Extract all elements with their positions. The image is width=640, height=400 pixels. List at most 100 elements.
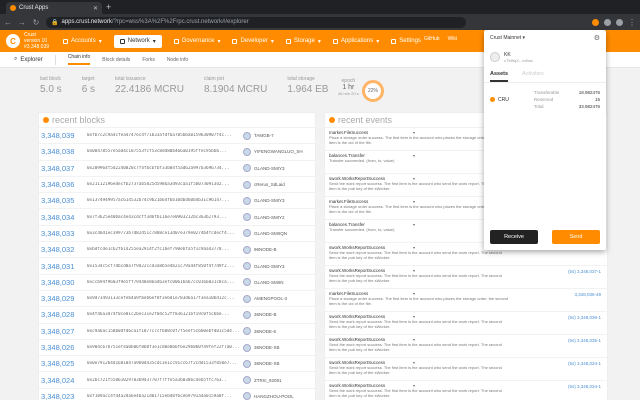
block-number[interactable]: 3,348,023 — [41, 392, 87, 400]
chevron-down-icon[interactable]: ▾ — [413, 314, 415, 319]
event-block-link[interactable]: (5s) 3,348,035-1 — [568, 338, 601, 343]
wiki-link[interactable]: Wiki — [448, 36, 457, 42]
block-author[interactable]: HANGZHOU-POOL — [254, 394, 294, 399]
block-number[interactable]: 3,348,025 — [41, 359, 87, 368]
tab-activities[interactable]: Activities — [522, 71, 544, 82]
table-row[interactable]: 3,348,023 0xf109acc4f44a2da6e4ba21d01715e… — [39, 387, 315, 400]
menu-governance[interactable]: Governance ▾ — [173, 38, 220, 45]
block-author[interactable]: 36NODE-XB — [254, 345, 280, 350]
chevron-down-icon[interactable]: ▾ — [413, 245, 415, 250]
table-row[interactable]: 3,348,027 0xc9a6ac158b0dfd6ca1f1877c7cfb8… — [39, 322, 315, 339]
block-author[interactable]: GLAND-SMIY2 — [254, 215, 285, 220]
tab-node-info[interactable]: Node info — [167, 57, 188, 63]
profile-icon[interactable] — [616, 18, 623, 26]
block-number[interactable]: 3,348,024 — [41, 376, 87, 385]
receive-button[interactable]: Receive — [490, 230, 538, 244]
close-icon[interactable]: ✕ — [93, 5, 98, 12]
chevron-down-icon[interactable]: ▾ — [413, 291, 415, 296]
list-item[interactable]: swork.WorksReportSuccess Send the work re… — [325, 380, 607, 400]
table-row[interactable]: 3,348,028 0x4f46a3d74f0ce01c2bec31e2f04c5… — [39, 306, 315, 322]
event-block-link[interactable]: (5s) 3,348,034-1 — [568, 384, 601, 389]
table-row[interactable]: 3,348,033 0x3c46d1ec399773b7d82d51c7888ce… — [39, 224, 315, 241]
block-number[interactable]: 3,348,030 — [41, 278, 87, 287]
list-item[interactable]: market.FileSuccess Place a storage order … — [325, 288, 607, 311]
block-author[interactable]: GLAND-SMIIN — [254, 280, 284, 285]
block-number[interactable]: 3,348,027 — [41, 327, 87, 336]
chevron-down-icon[interactable]: ▾ — [413, 337, 415, 342]
chevron-down-icon[interactable]: ▾ — [413, 199, 415, 204]
menu-accounts[interactable]: Accounts ▾ — [63, 38, 102, 45]
browser-tab[interactable]: Crust Apps ✕ — [6, 2, 102, 14]
block-author[interactable]: ZTRIn_92091 — [254, 378, 282, 383]
block-author[interactable]: cRerus_SdLaid — [254, 182, 285, 187]
list-item[interactable]: swork.WorksReportSuccess Send the work re… — [325, 265, 607, 288]
block-number[interactable]: 3,348,037 — [41, 164, 87, 173]
block-author[interactable]: 36NODE-B — [254, 312, 277, 317]
list-item[interactable]: swork.WorksReportSuccess Send the work re… — [325, 357, 607, 380]
reload-icon[interactable]: ↻ — [32, 18, 40, 27]
block-author[interactable]: 96NODE-B — [254, 247, 277, 252]
back-icon[interactable]: ← — [4, 18, 12, 27]
menu-storage[interactable]: Storage ▾ — [285, 38, 321, 45]
event-block-link[interactable]: (5s) 3,348,037-1 — [568, 269, 601, 274]
block-author[interactable]: GLAND-SMIY3 — [254, 198, 285, 203]
block-number[interactable]: 3,348,028 — [41, 310, 87, 319]
table-row[interactable]: 3,348,037 0x209964f5d2240820c7f4fbc6fbf33… — [39, 159, 315, 176]
block-author[interactable]: TAMGB-7 — [254, 133, 274, 138]
table-row[interactable]: 3,348,025 0x0e7912b4d1681047a9b0d435cdc3e… — [39, 355, 315, 371]
block-author[interactable]: 36NODE-XB — [254, 361, 280, 366]
table-row[interactable]: 3,348,034 0x7f3625e40bac4e43cdcff3d6fb116… — [39, 208, 315, 224]
table-row[interactable]: 3,348,032 0xbdfcde1c62f614255ea2914f2fc1b… — [39, 241, 315, 257]
chevron-down-icon[interactable]: ▾ — [413, 222, 415, 227]
block-number[interactable]: 3,348,033 — [41, 229, 87, 238]
block-number[interactable]: 3,348,036 — [41, 180, 87, 189]
table-row[interactable]: 3,348,036 0x21112196edecfb2737ab5825d5986… — [39, 175, 315, 192]
tab-assets[interactable]: Assets — [490, 71, 509, 82]
chevron-down-icon[interactable]: ▾ — [413, 268, 415, 273]
table-row[interactable]: 3,348,030 0xccb94f9603f9e5ff79448e86a463e… — [39, 273, 315, 290]
block-number[interactable]: 3,348,031 — [41, 262, 87, 271]
event-block-link[interactable]: (5s) 3,348,034-1 — [568, 361, 601, 366]
event-block-link[interactable]: (5s) 3,348,036-1 — [568, 315, 601, 320]
gear-icon[interactable]: ⚙ — [594, 34, 600, 42]
block-number[interactable]: 3,348,026 — [41, 343, 87, 352]
chevron-down-icon[interactable]: ▾ — [413, 383, 415, 388]
table-row[interactable]: 3,348,031 0x1534c5cf7dbcd0a7f9d22ccd3a8b5… — [39, 257, 315, 273]
block-number[interactable]: 3,348,034 — [41, 213, 87, 222]
table-row[interactable]: 3,348,035 0x1374949957ac614532b74c9b21b64… — [39, 192, 315, 208]
menu-settings[interactable]: Settings — [391, 38, 421, 44]
block-author[interactable]: YIFENGWANGLUO_SH — [254, 149, 303, 154]
block-author[interactable]: GLAND-SMIIQN — [254, 231, 287, 236]
menu-network[interactable]: Network ▾ — [113, 34, 162, 48]
table-row[interactable]: 3,348,024 0x2bc721f55061029703b9437707f7f… — [39, 371, 315, 387]
tab-forks[interactable]: Forks — [142, 57, 155, 63]
table-row[interactable]: 3,348,026 0x904c67b751ef4a0b06f8b8f3e1cd0… — [39, 338, 315, 355]
menu-applications[interactable]: Applications ▾ — [332, 38, 379, 45]
block-author[interactable]: GLAND-SMIY3 — [254, 166, 285, 171]
table-row[interactable]: 3,348,038 0x08478557e5ad4c187553fcf53c8dd… — [39, 143, 315, 159]
event-block-link[interactable]: 3,348,036-49 — [574, 292, 601, 297]
network-selector[interactable]: Crust Mainnet ▾ — [490, 35, 525, 41]
menu-developer[interactable]: Developer ▾ — [232, 38, 274, 45]
account-card[interactable]: KK cTM9qX...m9xw — [490, 52, 600, 63]
block-number[interactable]: 3,348,032 — [41, 245, 87, 254]
url-input[interactable]: 🔒 apps.crust.network/?rpc=wss%3A%2F%2Frp… — [46, 16, 466, 28]
block-number[interactable]: 3,348,035 — [41, 196, 87, 205]
forward-icon[interactable]: → — [18, 18, 26, 27]
table-row[interactable]: 3,348,029 0x9d73493133cefeb4a9fbeb6ef8f3e… — [39, 289, 315, 306]
crust-extension-icon[interactable] — [592, 18, 599, 26]
block-number[interactable]: 3,348,029 — [41, 294, 87, 303]
block-number[interactable]: 3,348,038 — [41, 147, 87, 156]
chevron-down-icon[interactable]: ▾ — [413, 130, 415, 135]
block-author[interactable]: GLAND-SMIY3 — [254, 264, 285, 269]
list-item[interactable]: swork.WorksReportSuccess Send the work re… — [325, 311, 607, 334]
tab-chain-info[interactable]: Chain info — [67, 54, 91, 65]
list-item[interactable]: swork.WorksReportSuccess Send the work re… — [325, 334, 607, 357]
more-icon[interactable]: ⋮ — [628, 18, 636, 27]
puzzle-icon[interactable] — [604, 18, 611, 26]
block-author[interactable]: AMENGPOOL-3 — [254, 296, 287, 301]
chevron-down-icon[interactable]: ▾ — [413, 153, 415, 158]
block-number[interactable]: 3,348,039 — [41, 131, 87, 140]
github-link[interactable]: GitHub — [424, 36, 440, 42]
chevron-down-icon[interactable]: ▾ — [413, 176, 415, 181]
